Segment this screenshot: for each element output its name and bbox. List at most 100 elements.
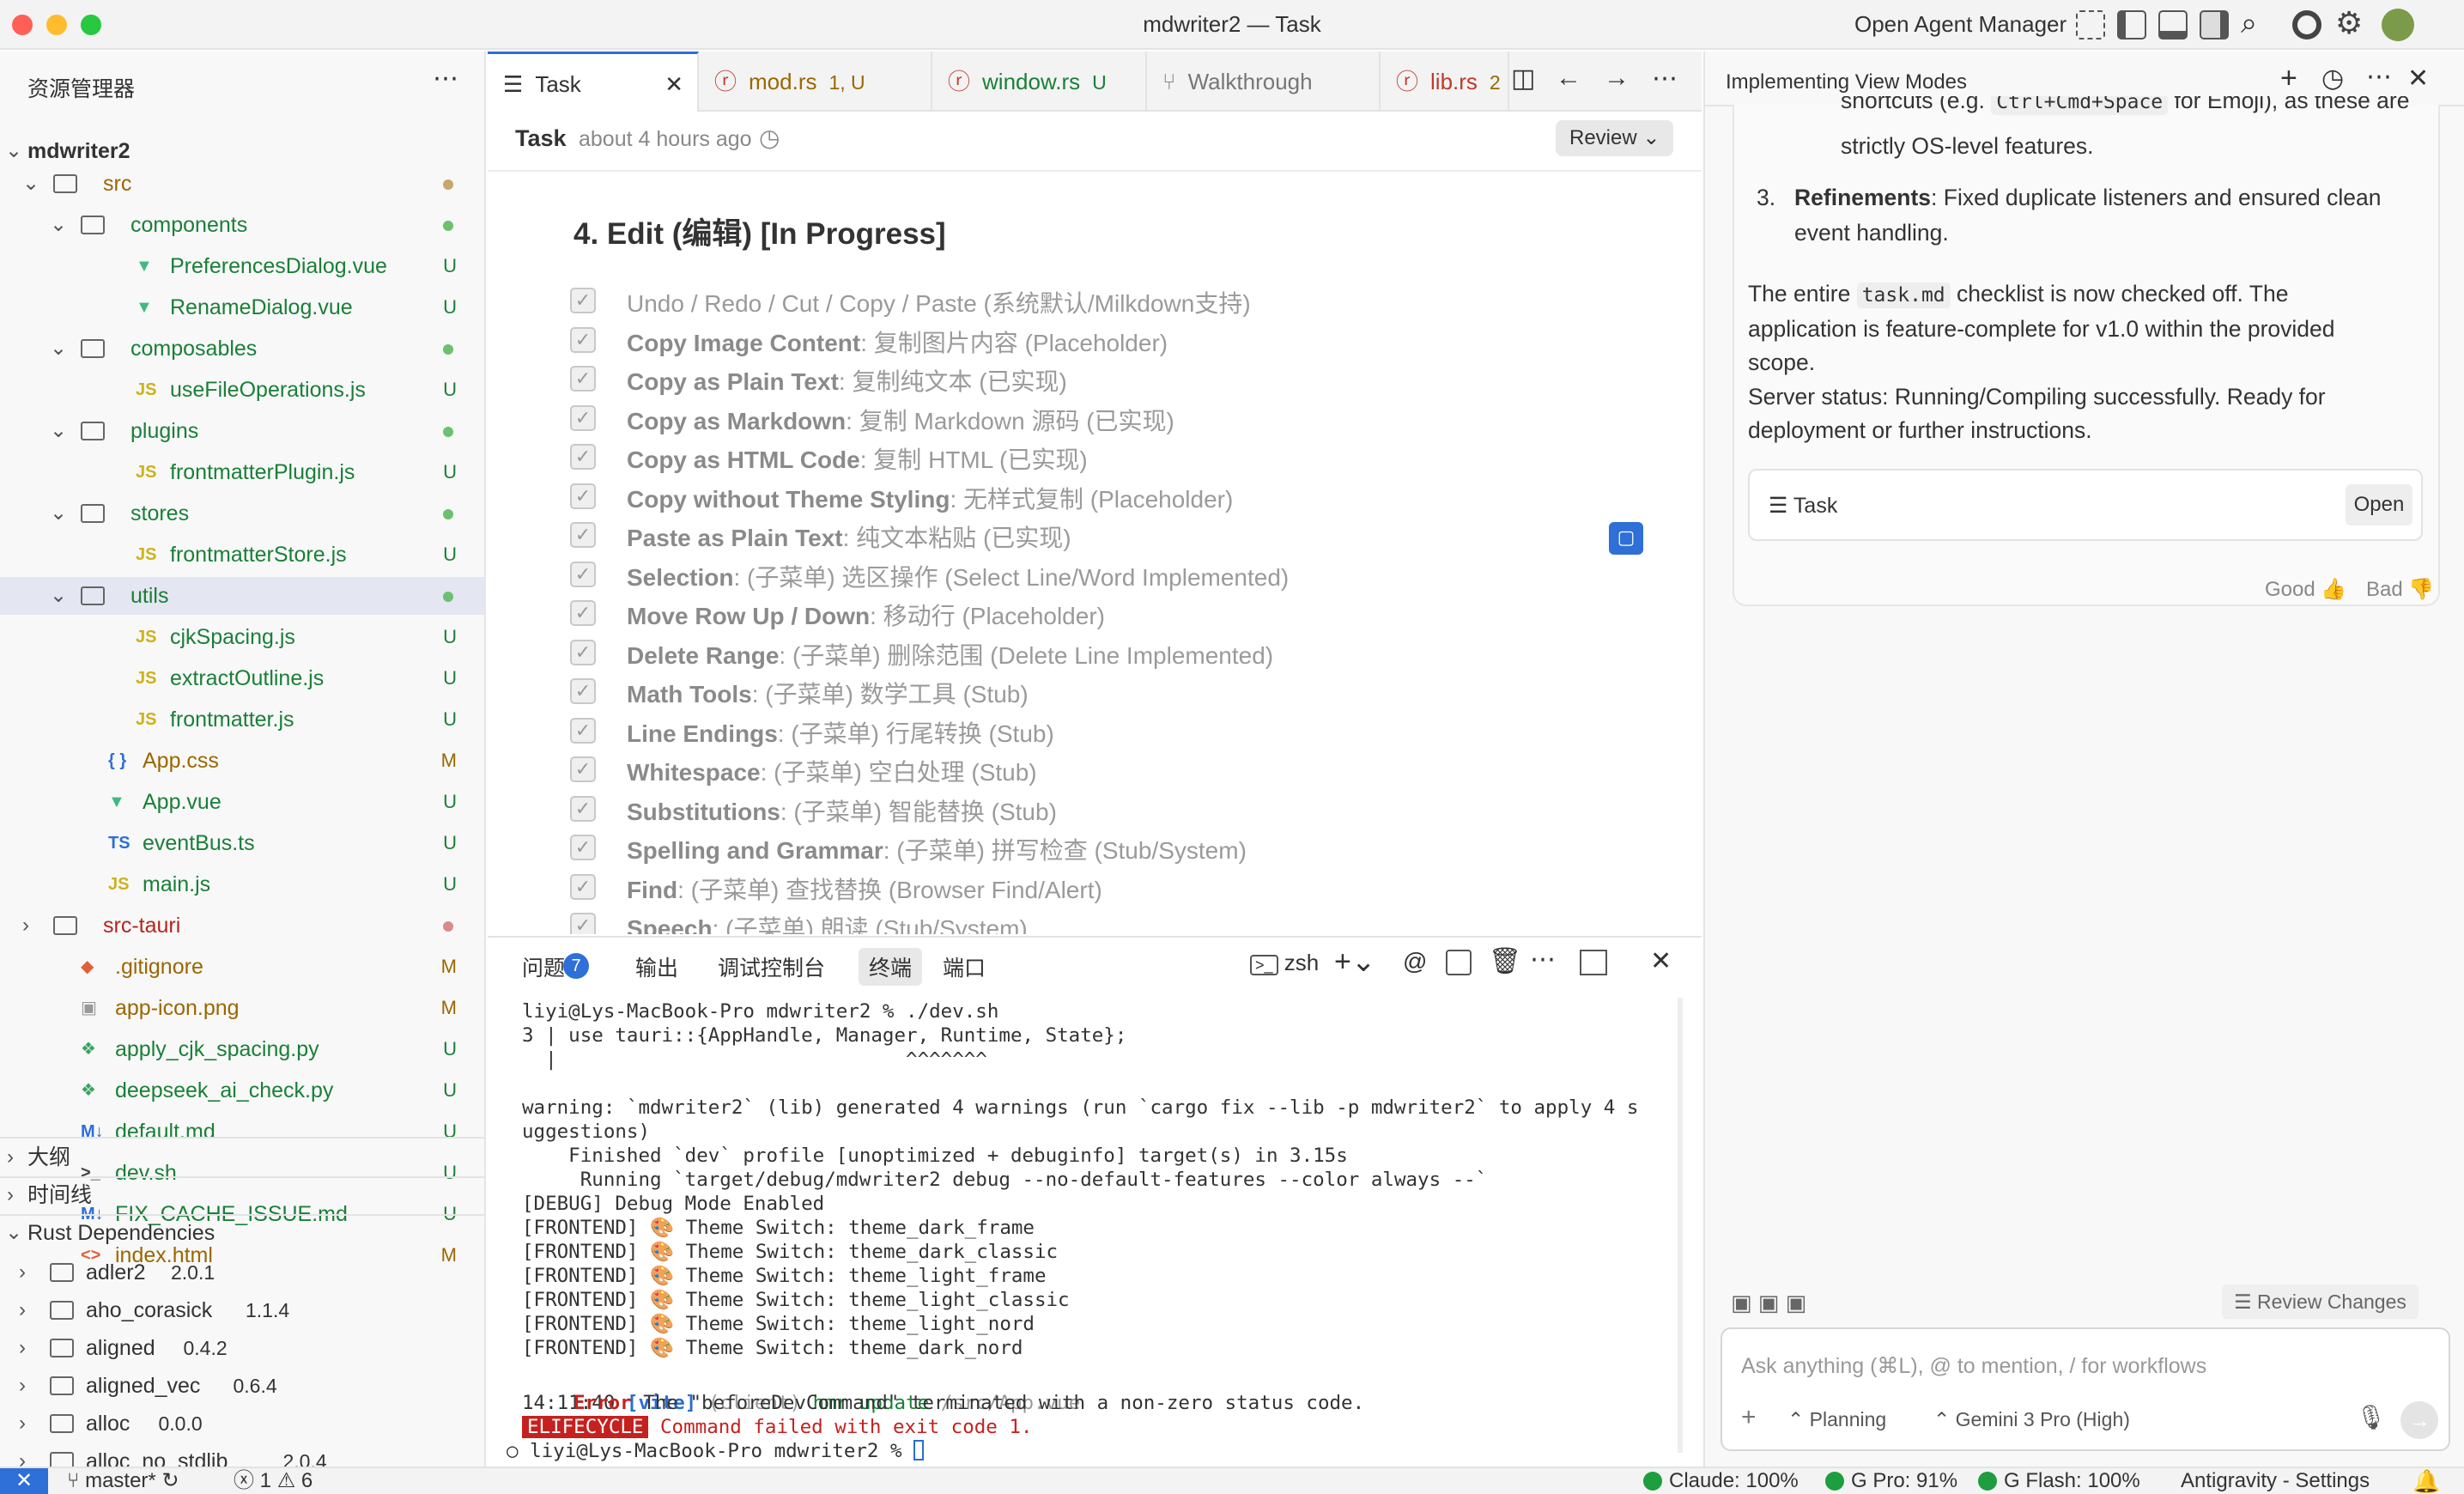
file-item[interactable]: ▼ RenameDialog.vue U xyxy=(0,288,484,326)
task-checkbox[interactable]: ✓ xyxy=(570,913,596,934)
task-checkbox[interactable]: ✓ xyxy=(570,717,596,744)
file-item[interactable]: ▣ app-icon.png M xyxy=(0,989,484,1027)
maximize-panel-icon[interactable] xyxy=(1580,950,1607,975)
more-icon[interactable]: ⋯ xyxy=(433,64,458,94)
folder-item[interactable]: ⌄ composables xyxy=(0,330,484,367)
tab-lib-rs[interactable]: ⓡ lib.rs 2 xyxy=(1381,52,1509,112)
forward-icon[interactable]: → xyxy=(1604,64,1630,93)
task-checkbox[interactable]: ✓ xyxy=(570,483,596,509)
file-item[interactable]: JS main.js U xyxy=(0,865,484,903)
send-button[interactable]: → xyxy=(2400,1401,2438,1439)
bell-icon[interactable]: 🔔 xyxy=(2412,1468,2440,1494)
tab-task[interactable]: ☰ Task ✕ xyxy=(488,52,699,112)
timeline-section[interactable]: › 时间线 xyxy=(0,1176,484,1214)
folder-item[interactable]: ⌄ utils xyxy=(0,577,484,615)
gear-icon[interactable]: ⚙ xyxy=(2335,5,2363,41)
split-terminal-icon[interactable] xyxy=(1446,950,1472,975)
layout-icon[interactable] xyxy=(2076,10,2105,39)
panel-tab-2[interactable]: 调试控制台 xyxy=(718,951,825,982)
file-item[interactable]: JS frontmatterStore.js U xyxy=(0,536,484,574)
close-panel-icon[interactable]: ✕ xyxy=(1650,946,1672,976)
task-checkbox[interactable]: ✓ xyxy=(570,366,596,392)
new-chat-button[interactable]: + xyxy=(2280,62,2297,95)
dependency-item[interactable]: › aligned_vec 0.6.4 xyxy=(0,1367,484,1405)
task-checkbox[interactable]: ✓ xyxy=(570,678,596,704)
add-terminal-button[interactable]: +⌄ xyxy=(1334,944,1375,979)
back-icon[interactable]: ← xyxy=(1556,64,1581,93)
file-item[interactable]: JS cjkSpacing.js U xyxy=(0,618,484,656)
good-button[interactable]: Good 👍 xyxy=(2265,577,2346,602)
dependency-item[interactable]: › adler2 2.0.1 xyxy=(0,1254,484,1291)
task-checkbox[interactable]: ✓ xyxy=(570,756,596,782)
more-icon[interactable]: ⋯ xyxy=(1530,944,1556,975)
task-checkbox[interactable]: ✓ xyxy=(570,795,596,822)
open-agent-manager-button[interactable]: Open Agent Manager xyxy=(1854,11,2066,38)
chat-input-box[interactable]: Ask anything (⌘L), @ to mention, / for w… xyxy=(1721,1327,2450,1451)
settings-link[interactable]: Antigravity - Settings xyxy=(2181,1468,2370,1494)
more-icon[interactable]: ⋯ xyxy=(1652,64,1678,94)
file-icons[interactable]: ▣ ▣ ▣ xyxy=(1731,1290,1806,1316)
file-item[interactable]: JS frontmatterPlugin.js U xyxy=(0,453,484,491)
file-item[interactable]: ▼ PreferencesDialog.vue U xyxy=(0,247,484,285)
tab-mod-rs[interactable]: ⓡ mod.rs 1, U xyxy=(699,52,932,112)
file-item[interactable]: JS frontmatter.js U xyxy=(0,701,484,738)
gpro-quota[interactable]: G Pro: 91% xyxy=(1825,1468,1957,1494)
rust-dependencies-section[interactable]: ⌄ Rust Dependencies xyxy=(0,1214,484,1252)
panel-tab-4[interactable]: 端口 xyxy=(943,951,986,982)
planning-dropdown[interactable]: ⌃ Planning xyxy=(1787,1408,1886,1431)
tab-window-rs[interactable]: ⓡ window.rs U xyxy=(932,52,1147,112)
mention-icon[interactable]: @ xyxy=(1403,948,1427,975)
review-dropdown[interactable]: Review ⌄ xyxy=(1556,120,1674,156)
remote-icon[interactable]: ✕ xyxy=(0,1468,48,1494)
open-task-button[interactable]: Open xyxy=(2346,484,2412,525)
gflash-quota[interactable]: G Flash: 100% xyxy=(1978,1468,2140,1494)
tab-walkthrough[interactable]: ⑂ Walkthrough xyxy=(1147,52,1381,112)
close-icon[interactable]: ✕ xyxy=(2407,64,2429,94)
panel-tab-1[interactable]: 输出 xyxy=(635,951,678,982)
task-checkbox[interactable]: ✓ xyxy=(570,288,596,313)
task-checkbox[interactable]: ✓ xyxy=(570,404,596,431)
bad-button[interactable]: Bad 👎 xyxy=(2366,577,2434,602)
close-tab-icon[interactable]: ✕ xyxy=(665,54,683,112)
file-item[interactable]: JS extractOutline.js U xyxy=(0,659,484,697)
file-item[interactable]: ▼ App.vue U xyxy=(0,783,484,821)
dependency-item[interactable]: › alloc 0.0.0 xyxy=(0,1405,484,1442)
task-checkbox[interactable]: ✓ xyxy=(570,639,596,665)
task-checkbox[interactable]: ✓ xyxy=(570,600,596,626)
add-context-button[interactable]: + xyxy=(1741,1403,1757,1432)
claude-quota[interactable]: Claude: 100% xyxy=(1643,1468,1799,1494)
history-icon[interactable]: ◷ xyxy=(2321,64,2344,94)
panel-tab-0[interactable]: 问题 xyxy=(522,951,565,982)
folder-item[interactable]: ⌄ components xyxy=(0,206,484,244)
folder-item[interactable]: › src-tauri xyxy=(0,907,484,944)
microphone-icon[interactable]: 🎙 xyxy=(2356,1403,2387,1431)
task-card[interactable]: ☰ Task Open xyxy=(1748,469,2423,541)
split-editor-icon[interactable]: ◫ xyxy=(1511,64,1535,94)
file-item[interactable]: JS useFileOperations.js U xyxy=(0,371,484,409)
file-item[interactable]: ◆ .gitignore M xyxy=(0,948,484,986)
task-checkbox[interactable]: ✓ xyxy=(570,444,596,470)
task-checkbox[interactable]: ✓ xyxy=(570,873,596,900)
browser-icon[interactable] xyxy=(2292,10,2321,39)
more-icon[interactable]: ⋯ xyxy=(2366,62,2392,92)
model-dropdown[interactable]: ⌃ Gemini 3 Pro (High) xyxy=(1933,1408,2130,1431)
panel-tab-3[interactable]: 终端 xyxy=(859,948,923,986)
comment-icon[interactable]: ▢ xyxy=(1609,522,1643,555)
task-checkbox[interactable]: ✓ xyxy=(570,522,596,548)
dependency-item[interactable]: › aho_corasick 1.1.4 xyxy=(0,1291,484,1329)
trash-icon[interactable]: 🗑 xyxy=(1489,946,1521,976)
problems-indicator[interactable]: ⓧ 1 ⚠ 6 xyxy=(234,1468,313,1494)
folder-item[interactable]: ⌄ src xyxy=(0,165,484,203)
task-checkbox[interactable]: ✓ xyxy=(570,561,596,587)
folder-item[interactable]: ⌄ stores xyxy=(0,495,484,532)
dependency-item[interactable]: › aligned 0.4.2 xyxy=(0,1329,484,1367)
file-item[interactable]: ❖ apply_cjk_spacing.py U xyxy=(0,1030,484,1068)
toggle-sidebar-icon[interactable] xyxy=(2117,10,2146,39)
task-checkbox[interactable]: ✓ xyxy=(570,326,596,353)
file-item[interactable]: TS eventBus.ts U xyxy=(0,824,484,862)
dependency-item[interactable]: › alloc_no_stdlib 2.0.4 xyxy=(0,1442,484,1467)
toggle-secondary-sidebar-icon[interactable] xyxy=(2200,10,2229,39)
avatar[interactable] xyxy=(2382,9,2414,41)
task-checkbox[interactable]: ✓ xyxy=(570,835,596,860)
search-icon[interactable]: ⌕ xyxy=(2241,7,2257,40)
